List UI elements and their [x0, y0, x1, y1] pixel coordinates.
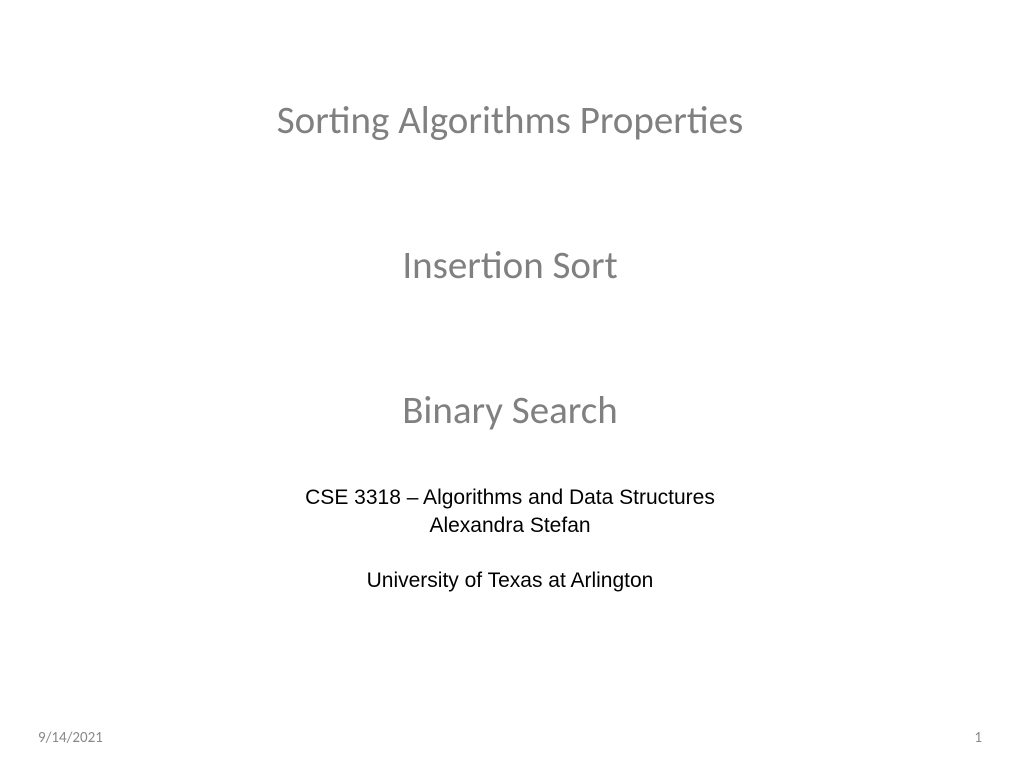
- footer: 9/14/2021 1: [0, 729, 1020, 747]
- footer-page: 1: [974, 729, 982, 747]
- course-line: CSE 3318 – Algorithms and Data Structure…: [0, 484, 1020, 511]
- title-line-1: Sorting Algorithms Properties: [0, 98, 1020, 145]
- subtitle-block: CSE 3318 – Algorithms and Data Structure…: [0, 484, 1020, 594]
- footer-date: 9/14/2021: [38, 729, 103, 747]
- title-line-3: Binary Search: [0, 388, 1020, 435]
- title-line-2: Insertion Sort: [0, 243, 1020, 290]
- title-block: Sorting Algorithms Properties Insertion …: [0, 0, 1020, 434]
- author-line: Alexandra Stefan: [0, 512, 1020, 539]
- institution-line: University of Texas at Arlington: [0, 567, 1020, 594]
- slide: Sorting Algorithms Properties Insertion …: [0, 0, 1020, 765]
- subtitle-gap: [0, 539, 1020, 567]
